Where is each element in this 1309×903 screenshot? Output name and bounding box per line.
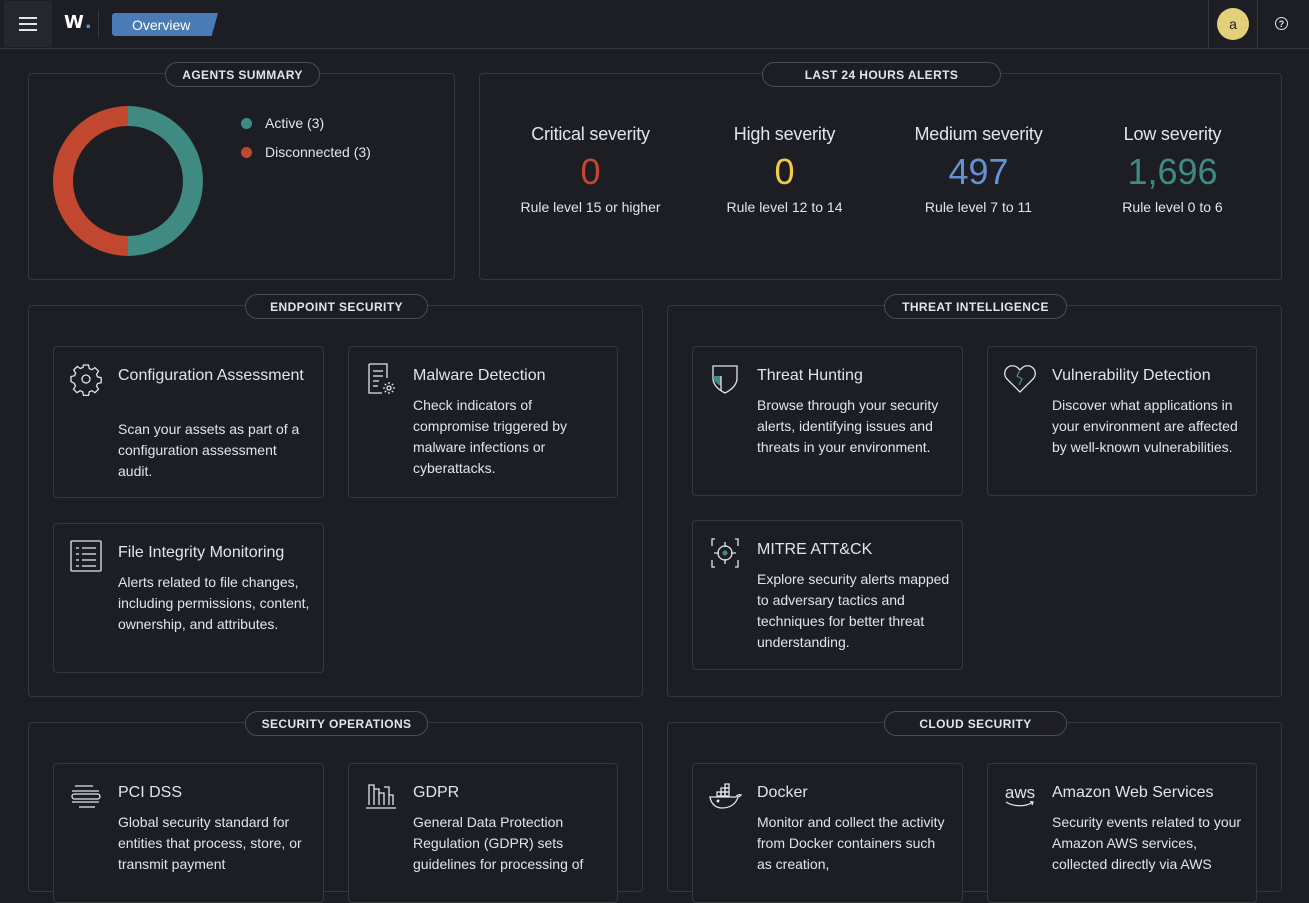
card-description: Check indicators of compromise triggered… (413, 397, 568, 476)
card-title: Amazon Web Services (1052, 784, 1214, 801)
broken-heart-icon (1004, 365, 1036, 393)
card-title: Vulnerability Detection (1052, 367, 1211, 384)
card-gdpr[interactable]: GDPR General Data Protection Regulation … (348, 763, 618, 903)
gear-icon (70, 364, 102, 396)
alert-value[interactable]: 1,696 (1075, 151, 1270, 195)
alert-value[interactable]: 0 (687, 151, 882, 195)
card-description: Monitor and collect the activity from Do… (757, 814, 945, 872)
cloud-security-panel: CLOUD SECURITY Docker Monitor and collec… (667, 711, 1282, 903)
help-icon[interactable]: ? (1275, 17, 1288, 30)
card-description: Discover what applications in your envir… (1052, 397, 1238, 455)
card-mitre-attack[interactable]: MITRE ATT&CK Explore security alerts map… (692, 520, 963, 670)
alert-high[interactable]: High severity 0 Rule level 12 to 14 (687, 124, 882, 215)
card-description: Security events related to your Amazon A… (1052, 814, 1242, 872)
active-segment[interactable] (128, 106, 203, 256)
agents-summary-panel: AGENTS SUMMARY Active (3) Disconnected (… (28, 62, 455, 280)
card-threat-hunting[interactable]: Threat Hunting Browse through your secur… (692, 346, 963, 496)
card-amazon-web-services[interactable]: aws Amazon Web Services Security events … (987, 763, 1257, 903)
card-docker[interactable]: Docker Monitor and collect the activity … (692, 763, 963, 903)
card-title: PCI DSS (118, 784, 183, 801)
disconnected-segment[interactable] (53, 106, 128, 256)
shield-icon (712, 365, 738, 394)
alert-subtitle: Rule level 12 to 14 (726, 199, 843, 215)
card-title: Configuration Assessment (118, 367, 304, 384)
legend-dot-disconnected (241, 146, 252, 158)
card-description: Scan your assets as part of a configurat… (118, 421, 300, 479)
alert-value[interactable]: 0 (493, 151, 688, 195)
divider (1257, 0, 1258, 48)
aws-logo-text: aws (1004, 782, 1036, 802)
card-file-integrity-monitoring[interactable]: File Integrity Monitoring Alerts related… (53, 523, 324, 673)
card-description: Explore security alerts mapped to advers… (757, 571, 950, 650)
card-title: MITRE ATT&CK (757, 541, 873, 558)
card-lines-icon (71, 785, 101, 808)
card-vulnerability-detection[interactable]: Vulnerability Detection Discover what ap… (987, 346, 1257, 496)
card-title: Threat Hunting (757, 367, 863, 384)
card-description: General Data Protection Regulation (GDPR… (413, 814, 584, 872)
crosshair-icon (711, 538, 739, 568)
hamburger-icon (19, 17, 37, 31)
legend-label: Disconnected (3) (265, 144, 371, 160)
legend-dot-active (241, 117, 252, 129)
alert-title: Low severity (1123, 124, 1222, 144)
card-description: Global security standard for entities th… (118, 814, 302, 872)
endpoint-security-panel: ENDPOINT SECURITY Configuration Assessme… (28, 294, 643, 697)
legend-disconnected[interactable]: Disconnected (3) (241, 144, 371, 160)
panel-title: LAST 24 HOURS ALERTS (762, 62, 1001, 87)
alert-title: Medium severity (914, 124, 1043, 144)
aws-smile (1005, 800, 1034, 806)
list-document-icon (70, 540, 102, 572)
document-gear-icon (368, 363, 395, 394)
menu-button[interactable] (4, 1, 52, 47)
security-operations-panel: SECURITY OPERATIONS PCI DSS Global secur… (28, 711, 643, 903)
alert-subtitle: Rule level 7 to 11 (924, 199, 1033, 215)
card-description: Browse through your security alerts, ide… (757, 397, 939, 455)
panel-title: CLOUD SECURITY (884, 711, 1067, 736)
breadcrumb-overview[interactable]: Overview (112, 13, 218, 36)
panel-title: AGENTS SUMMARY (165, 62, 320, 87)
alert-title: Critical severity (531, 124, 650, 144)
alert-title: High severity (733, 124, 836, 144)
divider (98, 10, 99, 38)
alert-value[interactable]: 497 (881, 151, 1076, 195)
alert-subtitle: Rule level 0 to 6 (1122, 199, 1223, 215)
aws-icon: aws (1003, 779, 1037, 813)
columns-icon (366, 784, 396, 809)
card-title: File Integrity Monitoring (118, 544, 285, 561)
agents-donut-chart (53, 106, 203, 256)
alert-critical[interactable]: Critical severity 0 Rule level 15 or hig… (493, 124, 688, 215)
docker-icon (709, 783, 742, 809)
card-title: Docker (757, 784, 808, 801)
card-title: GDPR (413, 784, 460, 801)
card-title: Malware Detection (413, 367, 546, 384)
card-pci-dss[interactable]: PCI DSS Global security standard for ent… (53, 763, 324, 903)
card-malware-detection[interactable]: Malware Detection Check indicators of co… (348, 346, 618, 498)
alert-medium[interactable]: Medium severity 497 Rule level 7 to 11 (881, 124, 1076, 215)
user-avatar[interactable]: a (1217, 8, 1249, 40)
panel-title: ENDPOINT SECURITY (245, 294, 428, 319)
alerts-panel: LAST 24 HOURS ALERTS Critical severity 0… (479, 62, 1282, 280)
card-description: Alerts related to file changes, includin… (118, 574, 310, 632)
alert-subtitle: Rule level 15 or higher (520, 199, 661, 215)
top-bar: W. Overview a ? (0, 0, 1309, 49)
legend-label: Active (3) (265, 115, 325, 131)
legend-active[interactable]: Active (3) (241, 115, 324, 131)
app-logo[interactable]: W. (64, 12, 92, 36)
panel-title: THREAT INTELLIGENCE (884, 294, 1067, 319)
threat-intelligence-panel: THREAT INTELLIGENCE Threat Hunting Brows… (667, 294, 1282, 697)
alert-low[interactable]: Low severity 1,696 Rule level 0 to 6 (1075, 124, 1270, 215)
divider (1208, 0, 1209, 48)
card-configuration-assessment[interactable]: Configuration Assessment Scan your asset… (53, 346, 324, 498)
panel-title: SECURITY OPERATIONS (245, 711, 428, 736)
